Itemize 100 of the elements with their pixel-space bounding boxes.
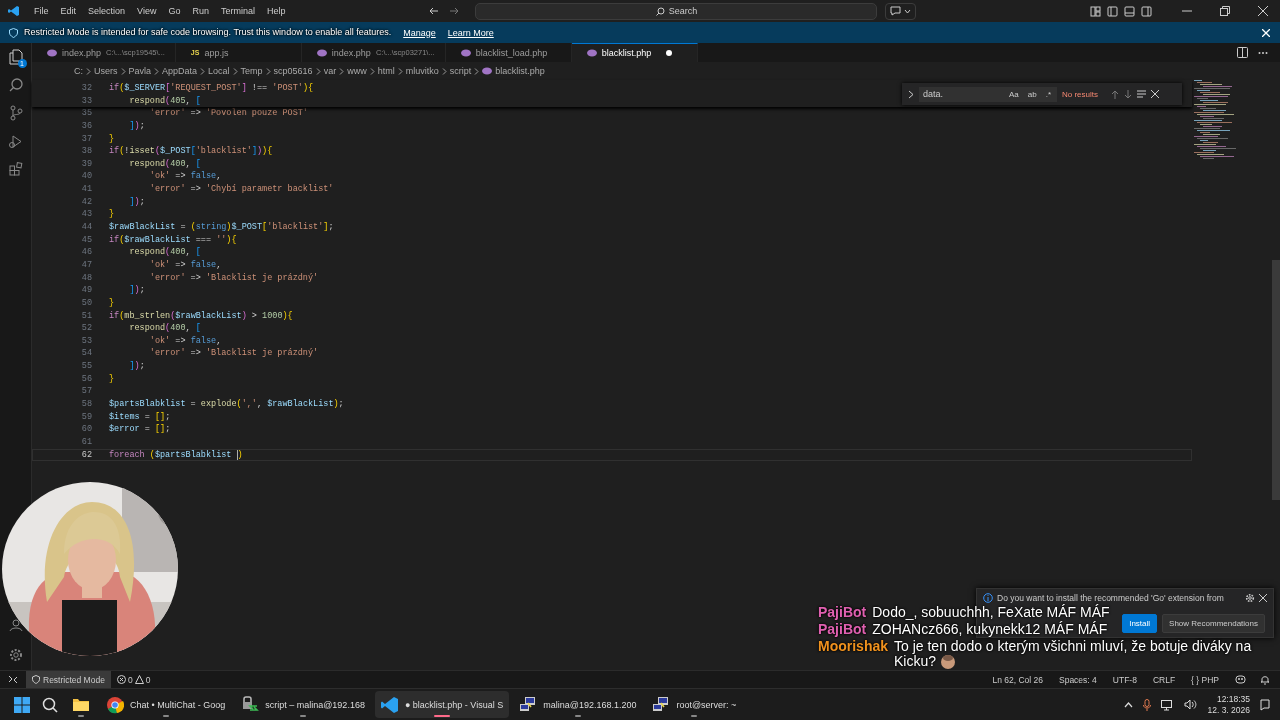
line-number: 52 bbox=[80, 322, 93, 335]
code-line: } bbox=[109, 372, 115, 386]
code-line: foreach ($partsBlabklist ) bbox=[109, 448, 243, 462]
line-number: 57 bbox=[80, 385, 93, 398]
code-line: 'error' => 'Povolen pouze POST' bbox=[148, 107, 308, 120]
breadcrumb-item[interactable]: html bbox=[377, 66, 395, 76]
line-number: 41 bbox=[80, 183, 93, 196]
line-number: 51 bbox=[80, 309, 93, 323]
line-number: 42 bbox=[80, 195, 93, 209]
line-number: 50 bbox=[80, 296, 93, 310]
breadcrumb-item[interactable]: var bbox=[323, 66, 337, 76]
code-line: } bbox=[109, 296, 115, 310]
line-number: 54 bbox=[80, 347, 93, 361]
notification-button[interactable]: Install bbox=[1122, 614, 1158, 633]
code-line: respond(400, [ bbox=[128, 157, 201, 171]
chat-username: PajiBot bbox=[818, 622, 867, 637]
line-number: 44 bbox=[80, 221, 93, 234]
code-line: $rawBlackList = (string)$_POST['blacklist']; bbox=[109, 221, 334, 234]
toggle-button[interactable]: Aa bbox=[1006, 88, 1021, 100]
code-line: 'ok' => false, bbox=[148, 334, 222, 348]
banner-message: Restricted Mode is intended for safe code browsing. Trust this window to enable all features. bbox=[24, 26, 392, 39]
menu-item[interactable]: Run bbox=[186, 6, 215, 16]
breadcrumb-item[interactable]: mluvitko bbox=[405, 66, 439, 76]
status-item[interactable]: CRLF bbox=[1152, 674, 1176, 685]
line-number: 55 bbox=[80, 360, 93, 373]
line-number: 40 bbox=[80, 170, 93, 184]
breadcrumb-item[interactable]: Pavla bbox=[128, 66, 152, 76]
notification-button[interactable]: Show Recommendations bbox=[1162, 614, 1265, 633]
menu-item[interactable]: Selection bbox=[82, 6, 132, 16]
line-number: 45 bbox=[80, 233, 93, 247]
status-item[interactable]: { } PHP bbox=[1191, 674, 1219, 685]
code-line: } bbox=[109, 208, 115, 222]
menu-item[interactable]: File bbox=[28, 6, 55, 16]
menu-item[interactable]: Terminal bbox=[214, 6, 261, 16]
code-line: } bbox=[109, 132, 115, 146]
taskbar-app[interactable]: ● blacklist.php - Visual S bbox=[374, 691, 510, 718]
taskbar-app[interactable]: malina@192.168.1.200 bbox=[513, 691, 643, 718]
editor-tab[interactable]: blacklist.php bbox=[571, 43, 698, 62]
line-number: 39 bbox=[80, 157, 93, 171]
code-line: respond(400, [ bbox=[128, 246, 201, 259]
menu-item[interactable]: Edit bbox=[54, 6, 83, 16]
clock[interactable]: 12:18:35 12. 3. 2026 bbox=[1207, 694, 1250, 715]
code-line: 'error' => 'Chybí parametr backlist' bbox=[148, 183, 334, 196]
status-item[interactable]: UTF-8 bbox=[1112, 674, 1137, 685]
menu-item[interactable]: Go bbox=[162, 6, 187, 16]
banner-link[interactable]: Learn More bbox=[447, 27, 494, 38]
chat-text: To je ten dodo o kterým všichni mluví, že botuje diváky na Kicku? bbox=[894, 639, 1253, 671]
code-line: if($_SERVER['REQUEST_POST'] !== 'POST'){ bbox=[109, 82, 314, 95]
breadcrumb-item[interactable]: script bbox=[449, 66, 472, 76]
code-line: $error = []; bbox=[109, 423, 171, 436]
chat-text: ZOHANcz666, kukynekk12 MÁF MÁF bbox=[872, 622, 1108, 637]
breadcrumb-item[interactable]: scp05616 bbox=[273, 66, 313, 76]
breadcrumb-item[interactable]: blacklist.php bbox=[495, 66, 545, 76]
breadcrumb-item[interactable]: Local bbox=[208, 66, 230, 76]
menu-item[interactable]: View bbox=[131, 6, 163, 16]
menu-item[interactable]: Help bbox=[260, 6, 292, 16]
breadcrumb-item[interactable]: Temp bbox=[240, 66, 263, 76]
taskbar-app[interactable]: root@server: ~ bbox=[646, 691, 743, 718]
line-number: 32 bbox=[80, 82, 93, 95]
code-line: ]); bbox=[128, 360, 145, 373]
line-number: 33 bbox=[80, 94, 93, 108]
line-number: 43 bbox=[80, 208, 93, 222]
code-line: ]); bbox=[128, 284, 145, 297]
code-line: ]); bbox=[128, 195, 145, 209]
line-number: 35 bbox=[80, 107, 93, 120]
line-number: 46 bbox=[80, 246, 93, 259]
code-line: respond(405, [ bbox=[128, 94, 201, 108]
banner-link[interactable]: Manage bbox=[403, 27, 436, 38]
line-number: 49 bbox=[80, 284, 93, 297]
toggle-button[interactable]: ab bbox=[1025, 88, 1039, 100]
line-number: 61 bbox=[80, 435, 93, 449]
breadcrumb-item[interactable]: Users bbox=[94, 66, 118, 76]
line-number: 59 bbox=[80, 410, 93, 424]
restricted-mode-button[interactable]: Restricted Mode bbox=[26, 671, 111, 688]
result-count: No results bbox=[1062, 89, 1098, 99]
line-number: 56 bbox=[80, 372, 93, 386]
toggle-button[interactable]: .* bbox=[1043, 88, 1053, 100]
line-number: 60 bbox=[80, 423, 93, 436]
taskbar-app[interactable]: Chat • MultiChat - Goog bbox=[100, 691, 232, 718]
line-number: 62 bbox=[80, 448, 93, 462]
line-number: 37 bbox=[80, 132, 93, 146]
code-line: 'ok' => false, bbox=[148, 170, 222, 184]
line-number: 48 bbox=[80, 271, 93, 285]
line-number: 53 bbox=[80, 334, 93, 348]
code-line: respond(400, [ bbox=[128, 322, 201, 335]
line-number: 38 bbox=[80, 145, 93, 158]
code-line: if(mb_strlen($rawBlackList) > 1000){ bbox=[109, 309, 293, 323]
find-field[interactable]: data. Aa ab .* bbox=[919, 86, 1057, 102]
search-field[interactable]: Search bbox=[475, 2, 878, 20]
breadcrumb-item[interactable]: www bbox=[347, 66, 367, 76]
code-line: ]); bbox=[128, 119, 145, 133]
taskbar-app[interactable]: script – malina@192.168 bbox=[235, 691, 371, 718]
status-item[interactable]: Spaces: 4 bbox=[1059, 674, 1097, 685]
status-item[interactable]: Ln 62, Col 26 bbox=[992, 674, 1043, 685]
chat-username: Moorishak bbox=[818, 639, 888, 654]
line-number: 58 bbox=[80, 398, 93, 411]
problems-button[interactable]: 0 0 bbox=[116, 674, 151, 685]
breadcrumb-item[interactable]: C: bbox=[74, 66, 83, 76]
code-line: $items = []; bbox=[109, 410, 171, 424]
breadcrumb-item[interactable]: AppData bbox=[162, 66, 198, 76]
